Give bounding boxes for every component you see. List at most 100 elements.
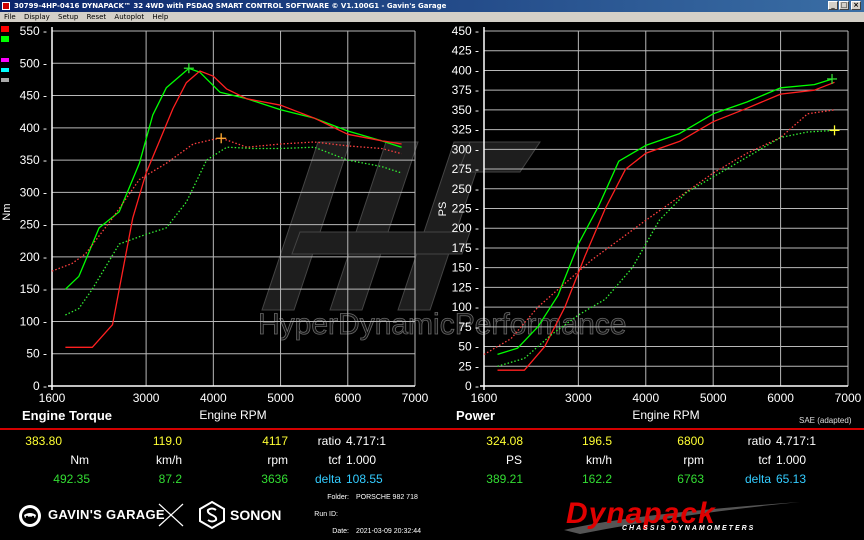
dyno-plots: HyperDynamicPerformance 0 -50 -100 -150 …: [1, 24, 862, 422]
power-x-tick-label: 4000: [632, 391, 659, 405]
torque-y-tick-label: 300 -: [20, 185, 47, 199]
power-y-tick-label: 400 -: [452, 63, 479, 77]
power-unit-ps: PS: [505, 453, 522, 467]
menu-bar: File Display Setup Reset Autoplot Help: [0, 12, 864, 22]
torque-unit-rpm: rpm: [267, 453, 288, 467]
power-x-tick-label: 5000: [700, 391, 727, 405]
power-y-tick-label: 50 -: [458, 340, 479, 354]
power-y-tick-label: 325 -: [452, 123, 479, 137]
watermark-text: HyperDynamicPerformance: [258, 308, 626, 341]
power-tcf-value: 1.000: [776, 453, 807, 467]
torque-panel-title: Engine Torque: [22, 408, 113, 423]
menu-file[interactable]: File: [4, 13, 16, 21]
torque-y-tick-label: 150 -: [20, 282, 47, 296]
power-unit-rpm: rpm: [683, 453, 704, 467]
torque-x-tick-label: 6000: [334, 391, 361, 405]
menu-help[interactable]: Help: [152, 13, 168, 21]
sae-correction-label: SAE (adapted): [799, 416, 852, 425]
power-x-tick-label: 6000: [767, 391, 794, 405]
power-peak-speed: 162.2: [581, 472, 612, 486]
torque-y-tick-label: 250 -: [20, 218, 47, 232]
torque-y-tick-label: 400 -: [20, 121, 47, 135]
power-y-tick-label: 225 -: [452, 202, 479, 216]
torque-x-tick-label: 1600: [39, 391, 66, 405]
torque-cursor-speed: 119.0: [152, 434, 182, 448]
folder-label: Folder:: [327, 494, 349, 501]
torque-unit-nm: Nm: [70, 453, 89, 467]
app-icon: [2, 2, 10, 10]
torque-cursor-value: 383.80: [25, 434, 62, 448]
menu-reset[interactable]: Reset: [87, 13, 107, 21]
power-y-tick-label: 100 -: [452, 300, 479, 314]
date-label: Date:: [332, 528, 349, 535]
torque-y-tick-label: 550 -: [20, 24, 47, 38]
power-y-tick-label: 275 -: [452, 162, 479, 176]
torque-y-axis-label: Nm: [1, 203, 13, 220]
power-tcf-label: tcf: [758, 453, 771, 467]
power-y-tick-label: 150 -: [452, 261, 479, 275]
torque-unit-kmh: km/h: [155, 453, 182, 467]
minimize-button[interactable]: _: [828, 1, 838, 10]
power-cursor-rpm: 6800: [677, 434, 704, 448]
menu-display[interactable]: Display: [24, 13, 50, 21]
power-peak-value: 389.21: [486, 472, 523, 486]
sonon-brand: SONON: [230, 507, 282, 523]
sonon-logo-icon: [199, 500, 225, 530]
power-y-tick-label: 300 -: [452, 142, 479, 156]
gavins-garage-logo-icon: [19, 505, 41, 527]
power-y-axis-label: PS: [437, 202, 449, 217]
torque-y-tick-label: 350 -: [20, 153, 47, 167]
power-y-tick-label: 450 -: [452, 24, 479, 38]
torque-y-tick-label: 50 -: [26, 347, 47, 361]
torque-peak-rpm: 3636: [261, 472, 288, 486]
torque-x-tick-label: 4000: [200, 391, 227, 405]
power-unit-kmh: km/h: [585, 453, 612, 467]
maximize-button[interactable]: □: [839, 1, 849, 10]
power-panel-title: Power: [456, 408, 496, 423]
torque-y-tick-label: 200 -: [20, 250, 47, 264]
power-ratio-label: ratio: [747, 434, 771, 448]
power-y-tick-label: 250 -: [452, 182, 479, 196]
power-delta-value: 65.13: [776, 472, 807, 486]
torque-peak-value: 492.35: [53, 472, 90, 486]
torque-ratio-value: 4.717:1: [346, 434, 387, 448]
torque-x-tick-label: 7000: [402, 391, 429, 405]
menu-autoplot[interactable]: Autoplot: [114, 13, 144, 21]
power-x-axis-label: Engine RPM: [632, 408, 699, 422]
power-x-tick-label: 1600: [471, 391, 498, 405]
power-y-tick-label: 175 -: [452, 241, 479, 255]
separator-line: [0, 428, 864, 430]
torque-y-tick-label: 450 -: [20, 89, 47, 103]
collab-x-icon: [158, 503, 184, 527]
window-title: 30799-4HP-0416 DYNAPACK™ 32 4WD with PSD…: [14, 2, 447, 10]
gavins-garage-brand: GAVIN'S GARAGE: [48, 507, 165, 522]
title-bar: 30799-4HP-0416 DYNAPACK™ 32 4WD with PSD…: [0, 0, 864, 12]
torque-delta-label: delta: [314, 472, 341, 486]
power-y-tick-label: 75 -: [458, 320, 479, 334]
power-chart: 0 -25 -50 -75 -100 -125 -150 -175 -200 -…: [452, 24, 862, 405]
torque-y-tick-label: 500 -: [20, 56, 47, 70]
power-y-tick-label: 200 -: [452, 221, 479, 235]
run-id-label: Run ID:: [314, 511, 338, 518]
menu-setup[interactable]: Setup: [58, 13, 78, 21]
power-x-tick-label: 3000: [565, 391, 592, 405]
folder-value: PORSCHE 982 718: [356, 494, 418, 501]
power-y-tick-label: 425 -: [452, 44, 479, 58]
torque-y-tick-label: 100 -: [20, 314, 47, 328]
torque-x-axis-label: Engine RPM: [199, 408, 266, 422]
close-button[interactable]: ×: [851, 1, 861, 10]
power-y-tick-label: 125 -: [452, 280, 479, 294]
power-y-tick-label: 25 -: [458, 359, 479, 373]
power-cursor-value: 324.08: [486, 434, 523, 448]
power-ratio-value: 4.717:1: [776, 434, 817, 448]
dynapack-tagline: CHASSIS DYNAMOMETERS: [622, 525, 756, 532]
power-y-tick-label: 375 -: [452, 83, 479, 97]
power-x-tick-label: 7000: [835, 391, 862, 405]
torque-tcf-label: tcf: [328, 453, 341, 467]
torque-delta-value: 108.55: [346, 472, 383, 486]
date-value: 2021-03-09 20:32:44: [356, 528, 421, 535]
power-peak-rpm: 6763: [677, 472, 704, 486]
torque-cursor-rpm: 4117: [262, 434, 288, 448]
power-y-tick-label: 350 -: [452, 103, 479, 117]
torque-x-tick-label: 5000: [267, 391, 294, 405]
